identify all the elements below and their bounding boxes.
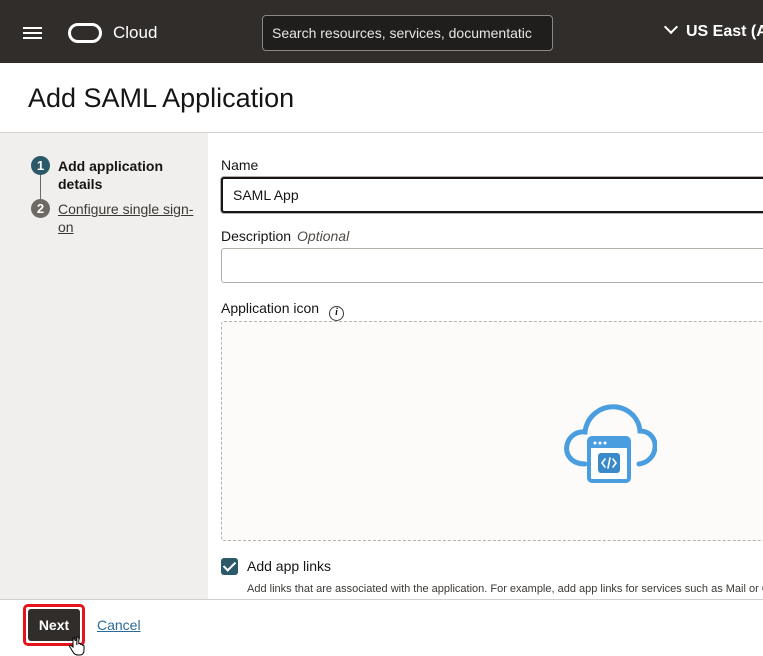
brand-name[interactable]: Cloud	[113, 23, 157, 43]
info-icon[interactable]: i	[329, 306, 345, 321]
step-2-link[interactable]: Configure single sign-on	[58, 200, 198, 236]
application-icon-label-text: Application icon	[221, 300, 320, 316]
hamburger-menu-icon[interactable]	[23, 23, 42, 41]
search-input[interactable]	[272, 16, 543, 50]
add-app-links-checkbox[interactable]	[221, 558, 238, 575]
oracle-logo-icon[interactable]	[68, 23, 102, 43]
add-app-links-helper-text: Add links that are associated with the a…	[247, 583, 763, 595]
search-box[interactable]	[262, 15, 553, 51]
cloud-app-icon	[564, 404, 657, 483]
step-2-number: 2	[31, 199, 50, 218]
hand-cursor-icon	[68, 636, 85, 656]
name-input[interactable]	[221, 177, 763, 213]
name-label: Name	[221, 157, 259, 173]
description-label: Description Optional	[221, 228, 349, 244]
chevron-down-icon	[663, 19, 679, 35]
step-1-number: 1	[31, 156, 50, 175]
cancel-link[interactable]: Cancel	[97, 617, 141, 633]
description-input[interactable]	[221, 248, 763, 283]
region-selector[interactable]: US East (A	[663, 19, 763, 43]
step-connector	[40, 173, 41, 199]
add-app-links-label[interactable]: Add app links	[247, 558, 331, 574]
optional-tag: Optional	[297, 228, 350, 244]
description-label-text: Description	[221, 228, 292, 244]
top-navigation-bar: Cloud US East (A	[0, 0, 763, 63]
application-icon-label: Application icon i	[221, 300, 345, 321]
page-title: Add SAML Application	[28, 83, 295, 113]
step-1-label: Add application details	[58, 158, 163, 192]
icon-upload-dropzone[interactable]	[221, 321, 763, 541]
region-label: US East (A	[686, 23, 763, 40]
